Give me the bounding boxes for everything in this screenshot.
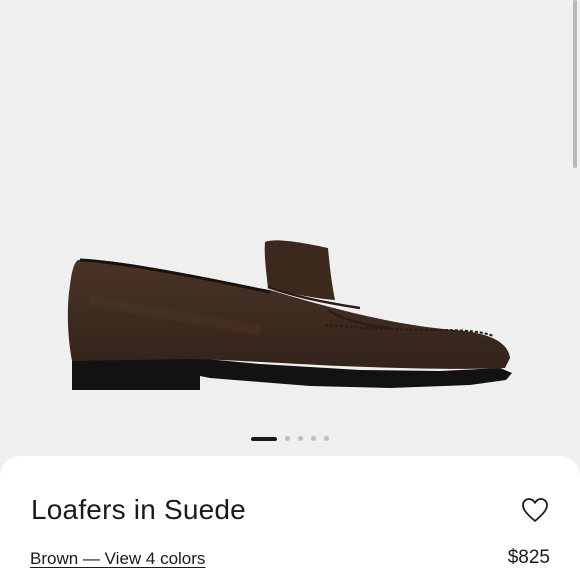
carousel-indicator[interactable]: [0, 436, 580, 441]
product-screen: Loafers in Suede Brown — View 4 colors $…: [0, 0, 580, 580]
loafer-image: [67, 240, 512, 390]
product-image-gallery[interactable]: [0, 0, 580, 455]
favorite-button[interactable]: [520, 496, 550, 524]
carousel-dot[interactable]: [298, 436, 303, 441]
scrollbar[interactable]: [573, 0, 577, 168]
product-info-sheet: Loafers in Suede Brown — View 4 colors $…: [0, 456, 580, 580]
carousel-dot[interactable]: [285, 436, 290, 441]
product-title: Loafers in Suede: [31, 494, 246, 525]
carousel-dot-active[interactable]: [251, 436, 277, 441]
product-price: $825: [507, 547, 550, 568]
carousel-dot[interactable]: [324, 436, 329, 441]
color-selector-link[interactable]: Brown — View 4 colors: [30, 549, 205, 569]
carousel-dot[interactable]: [311, 436, 316, 441]
heart-icon: [522, 498, 548, 522]
